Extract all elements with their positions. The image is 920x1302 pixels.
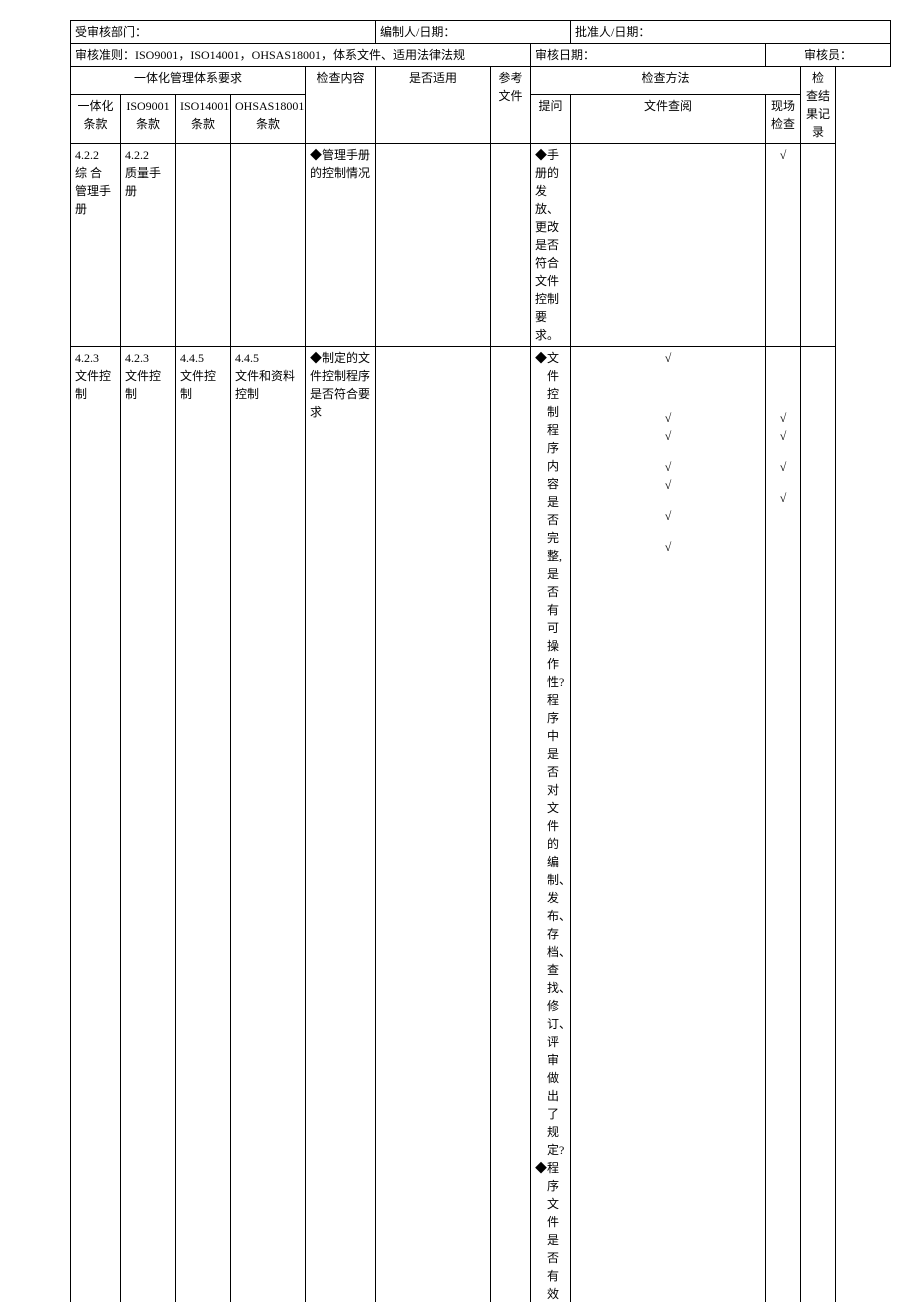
cell-ohsas: 4.4.5 文件和资料控制 xyxy=(231,347,306,1302)
cell-iso14001 xyxy=(176,144,231,347)
auditor-cell: 审核员： xyxy=(766,44,891,67)
cell-question: ◆手册的发放、更改是否符合文件控制要求。 xyxy=(531,144,571,347)
cell-result xyxy=(801,347,836,1302)
cell-content: ◆制定的文件控制程序是否符合要求 xyxy=(306,347,376,1302)
info-row-2: 审核准则：ISO9001，ISO14001，OHSAS18001，体系文件、适用… xyxy=(71,44,891,67)
cell-ref xyxy=(491,144,531,347)
integrated-header: 一体化条款 xyxy=(71,94,121,143)
preparer-cell: 编制人/日期： xyxy=(376,21,571,44)
cell-result xyxy=(801,144,836,347)
cell-site-multi: √ √ √ √ xyxy=(766,347,801,1302)
cell-integrated: 4.2.2 综 合 管理手册 xyxy=(71,144,121,347)
header-row-1: 一体化管理体系要求 检查内容 是否适用 参考文件 检查方法 检 查结果记录 xyxy=(71,67,891,95)
table-row: 4.2.3 文件控制 4.2.3 文件控制 4.4.5 文件控制 4.4.5 文… xyxy=(71,347,891,1302)
cell-applicable xyxy=(376,347,491,1302)
cell-ref xyxy=(491,347,531,1302)
cell-ohsas xyxy=(231,144,306,347)
criteria-cell: 审核准则：ISO9001，ISO14001，OHSAS18001，体系文件、适用… xyxy=(71,44,531,67)
method-header: 检查方法 xyxy=(531,67,801,95)
cell-doc-multi: √ √ √ √ √ √ √ xyxy=(571,347,766,1302)
cell-iso9001: 4.2.3 文件控制 xyxy=(121,347,176,1302)
cell-iso14001: 4.4.5 文件控制 xyxy=(176,347,231,1302)
applicable-header: 是否适用 xyxy=(376,67,491,144)
audit-checklist-table: 受审核部门： 编制人/日期： 批准人/日期： 审核准则：ISO9001，ISO1… xyxy=(70,20,891,1302)
info-row-1: 受审核部门： 编制人/日期： 批准人/日期： xyxy=(71,21,891,44)
cell-integrated: 4.2.3 文件控制 xyxy=(71,347,121,1302)
site-check-header: 现场检查 xyxy=(766,94,801,143)
sys-req-header: 一体化管理体系要求 xyxy=(71,67,306,95)
audit-date-cell: 审核日期： xyxy=(531,44,766,67)
iso9001-header: ISO9001条款 xyxy=(121,94,176,143)
question-header: 提问 xyxy=(531,94,571,143)
cell-site: √ xyxy=(766,144,801,347)
iso14001-header: ISO14001条款 xyxy=(176,94,231,143)
ohsas-header: OHSAS18001条款 xyxy=(231,94,306,143)
cell-applicable xyxy=(376,144,491,347)
result-header: 检 查结果记录 xyxy=(801,67,836,144)
approver-cell: 批准人/日期： xyxy=(571,21,891,44)
cell-iso9001: 4.2.2 质量手册 xyxy=(121,144,176,347)
table-row: 4.2.2 综 合 管理手册 4.2.2 质量手册 ◆管理手册的控制情况 ◆手册… xyxy=(71,144,891,347)
cell-doc xyxy=(571,144,766,347)
cell-content: ◆管理手册的控制情况 xyxy=(306,144,376,347)
dept-cell: 受审核部门： xyxy=(71,21,376,44)
content-header: 检查内容 xyxy=(306,67,376,144)
ref-header: 参考文件 xyxy=(491,67,531,144)
doc-review-header: 文件查阅 xyxy=(571,94,766,143)
cell-question-multi: ◆文件控制程序内容是否完整,是否有可操作性?程序中是否对文件的编制、发布、存档、… xyxy=(531,347,571,1302)
